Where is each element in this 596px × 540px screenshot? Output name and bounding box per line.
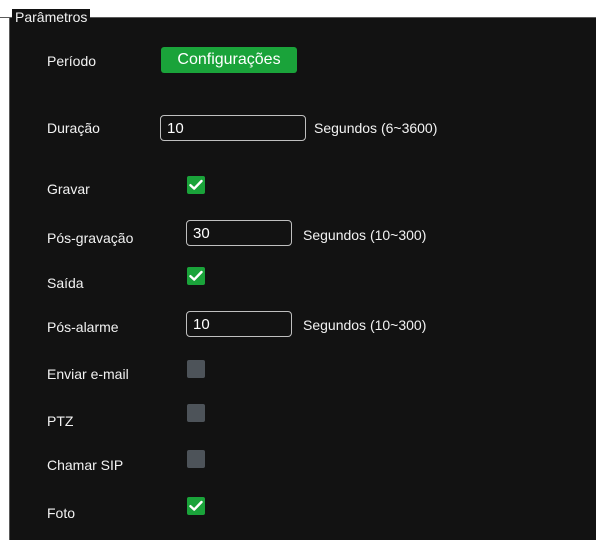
- checkmark-icon: [189, 179, 203, 190]
- pos-alarme-input[interactable]: [186, 311, 292, 337]
- chamar-sip-checkbox[interactable]: [187, 450, 205, 468]
- pos-gravacao-unit: Segundos (10~300): [303, 227, 427, 243]
- pos-alarme-unit: Segundos (10~300): [303, 317, 427, 333]
- duracao-label: Duração: [47, 120, 100, 136]
- foto-checkbox[interactable]: [187, 497, 205, 515]
- pos-alarme-label: Pós-alarme: [47, 319, 119, 335]
- checkmark-icon: [189, 500, 203, 511]
- checkmark-icon: [189, 270, 203, 281]
- saida-checkbox[interactable]: [187, 267, 205, 285]
- ptz-label: PTZ: [47, 413, 74, 429]
- duracao-input[interactable]: [160, 115, 306, 141]
- ptz-checkbox[interactable]: [187, 404, 205, 422]
- enviar-email-label: Enviar e-mail: [47, 366, 129, 382]
- periodo-label: Período: [47, 53, 97, 69]
- gravar-checkbox[interactable]: [187, 176, 205, 194]
- group-legend: Parâmetros: [12, 9, 91, 25]
- configuracoes-button[interactable]: Configurações: [161, 47, 297, 73]
- chamar-sip-label: Chamar SIP: [47, 457, 124, 473]
- pos-gravacao-input[interactable]: [186, 220, 292, 246]
- duracao-unit: Segundos (6~3600): [314, 120, 438, 136]
- enviar-email-checkbox[interactable]: [187, 360, 205, 378]
- saida-label: Saída: [47, 275, 84, 291]
- foto-label: Foto: [47, 505, 76, 521]
- gravar-label: Gravar: [47, 181, 90, 197]
- pos-gravacao-label: Pós-gravação: [47, 230, 134, 246]
